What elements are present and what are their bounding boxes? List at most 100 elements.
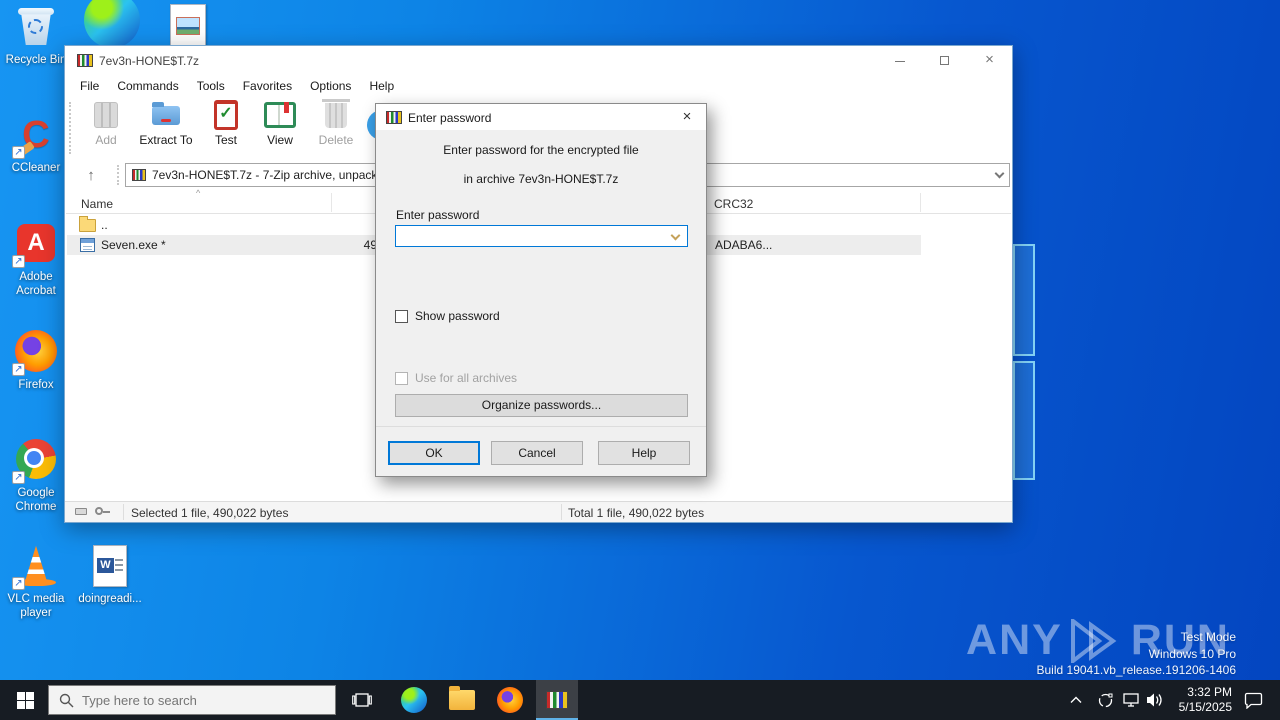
enter-password-dialog: Enter password × Enter password for the … (375, 103, 707, 477)
window-titlebar[interactable]: 7ev3n-HONE$T.7z × (65, 46, 1012, 76)
column-header-name[interactable]: Name (81, 197, 113, 211)
taskbar: 3:32 PM 5/15/2025 (0, 680, 1280, 720)
organize-passwords-button[interactable]: Organize passwords... (395, 394, 688, 417)
toolbar-extract-button[interactable]: Extract To (137, 99, 195, 147)
desktop-icon-adobe-acrobat[interactable]: A ↗ Adobe Acrobat (0, 222, 72, 298)
menu-file[interactable]: File (71, 76, 108, 98)
view-book-icon (264, 99, 296, 131)
taskbar-explorer-button[interactable] (444, 680, 480, 720)
show-password-label: Show password (415, 309, 500, 323)
desktop: Recycle Bin C ↗ CCleaner A ↗ Adobe Acrobat… (0, 0, 1280, 720)
use-for-all-row: Use for all archives (395, 371, 517, 385)
desktop-icon-ccleaner[interactable]: C ↗ CCleaner (0, 113, 72, 175)
show-password-checkbox[interactable] (395, 309, 408, 323)
desktop-icon-label: Google Chrome (15, 487, 57, 513)
dialog-title: Enter password (408, 111, 492, 125)
chevron-up-icon (1070, 696, 1082, 703)
toolbar-gripper (69, 102, 71, 154)
task-view-button[interactable] (344, 680, 380, 720)
cancel-button[interactable]: Cancel (491, 441, 583, 465)
column-header-crc32[interactable]: CRC32 (714, 197, 753, 211)
menu-help[interactable]: Help (360, 76, 403, 98)
desktop-icon-vlc[interactable]: ↗ VLC media player (0, 544, 72, 620)
status-selected: Selected 1 file, 490,022 bytes (131, 506, 289, 520)
menu-commands[interactable]: Commands (108, 76, 187, 98)
shortcut-arrow-icon: ↗ (12, 471, 25, 484)
desktop-icon-doingreadi-doc[interactable]: W doingreadi... (74, 544, 146, 606)
desktop-icon-label: Recycle Bin (5, 54, 67, 66)
7zip-app-icon (386, 111, 402, 124)
ok-button[interactable]: OK (388, 441, 480, 465)
drive-status-icon (75, 508, 87, 515)
up-one-level-button[interactable]: ↑ (73, 164, 109, 188)
action-center-icon (1244, 692, 1262, 709)
desktop-icon-label: Adobe Acrobat (16, 271, 56, 297)
column-separator[interactable] (331, 193, 332, 212)
toolbar-test-button[interactable]: ✓ Test (197, 99, 255, 147)
delete-trash-icon (320, 99, 352, 131)
action-center-button[interactable] (1238, 680, 1268, 720)
7zip-app-icon (77, 54, 93, 67)
desktop-icon-label: doingreadi... (78, 593, 142, 605)
extract-folder-icon (150, 99, 182, 131)
menu-options[interactable]: Options (301, 76, 360, 98)
minimize-button[interactable] (877, 46, 922, 76)
menu-favorites[interactable]: Favorites (234, 76, 301, 98)
wallpaper-pane (1013, 244, 1035, 356)
vm-info-overlay: Test Mode Windows 10 Pro Build 19041.vb_… (1037, 629, 1237, 679)
status-bar: Selected 1 file, 490,022 bytes Total 1 f… (65, 501, 1012, 522)
edge-icon (401, 687, 427, 713)
addressbar-gripper (117, 165, 119, 185)
desktop-icon-recycle-bin[interactable]: Recycle Bin (0, 5, 72, 67)
file-explorer-icon (449, 686, 475, 710)
maximize-button[interactable] (922, 46, 967, 76)
add-archive-icon (90, 99, 122, 131)
taskbar-search[interactable] (48, 685, 336, 715)
desktop-icon-label: VLC media player (7, 593, 65, 619)
desktop-icon-label: Firefox (18, 379, 54, 391)
chevron-down-icon[interactable] (670, 230, 681, 241)
vm-mode: Test Mode (1180, 630, 1236, 644)
start-button[interactable] (6, 680, 44, 720)
toolbar-view-button[interactable]: View (251, 99, 309, 147)
windows-logo-icon (16, 691, 34, 709)
taskbar-7zip-button-active[interactable] (536, 680, 578, 720)
image-file-icon[interactable] (170, 4, 206, 48)
chevron-down-icon[interactable] (994, 168, 1005, 179)
task-view-icon (352, 693, 372, 707)
desktop-icon-firefox[interactable]: ↗ Firefox (0, 330, 72, 392)
clock-date: 5/15/2025 (1178, 700, 1232, 714)
tray-agent-button[interactable] (1092, 680, 1118, 720)
tray-expand-button[interactable] (1064, 680, 1088, 720)
tray-volume-button[interactable] (1142, 680, 1168, 720)
password-input[interactable] (398, 227, 663, 245)
shortcut-arrow-icon: ↗ (12, 146, 25, 159)
close-button[interactable]: × (967, 46, 1012, 76)
desktop-icon-google-chrome[interactable]: ↗ Google Chrome (0, 438, 72, 514)
edge-desktop-icon[interactable] (84, 0, 140, 48)
toolbar-add-button: Add (77, 99, 135, 147)
folder-icon (79, 215, 96, 232)
password-combobox[interactable] (395, 225, 688, 247)
7zip-app-icon (546, 691, 568, 709)
file-name: .. (101, 218, 108, 232)
show-password-row[interactable]: Show password (395, 309, 500, 323)
tray-network-button[interactable] (1118, 680, 1144, 720)
dialog-close-icon[interactable]: × (668, 104, 706, 130)
taskbar-edge-button[interactable] (396, 680, 432, 720)
statusbar-separator (123, 504, 124, 520)
dialog-titlebar[interactable]: Enter password × (376, 104, 706, 130)
column-separator[interactable] (920, 193, 921, 212)
taskbar-firefox-button[interactable] (492, 680, 528, 720)
help-button[interactable]: Help (598, 441, 690, 465)
vm-os: Windows 10 Pro (1148, 646, 1236, 661)
test-clipboard-icon: ✓ (210, 99, 242, 131)
firefox-icon (497, 687, 523, 713)
sort-ascending-icon: ^ (196, 188, 201, 198)
menu-tools[interactable]: Tools (188, 76, 234, 98)
search-input[interactable] (82, 692, 302, 708)
word-doc-icon: W (93, 545, 127, 587)
statusbar-separator (561, 504, 562, 520)
taskbar-clock[interactable]: 3:32 PM 5/15/2025 (1168, 680, 1232, 720)
use-for-all-checkbox (395, 371, 408, 385)
